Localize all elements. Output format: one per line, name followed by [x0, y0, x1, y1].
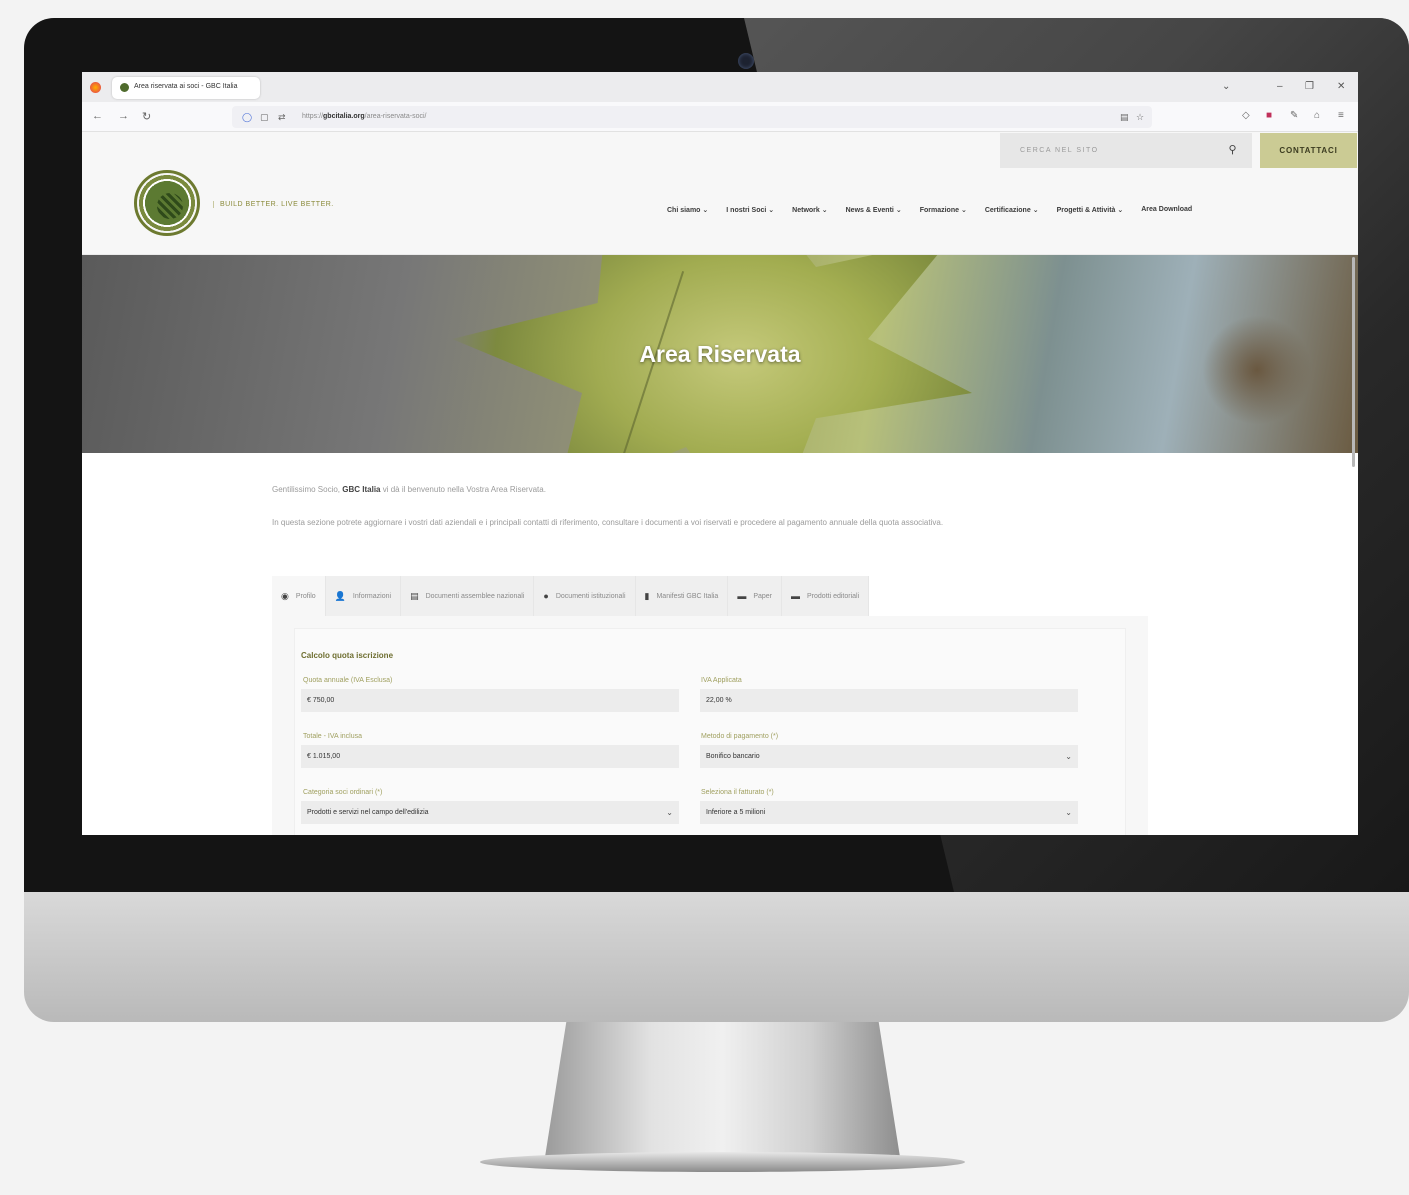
gbc-italia-logo[interactable]: [134, 170, 200, 236]
user-icon: 👤: [334, 590, 346, 601]
tab-panel: Calcolo quota iscrizione Quota annuale (…: [272, 616, 1148, 835]
forward-icon[interactable]: →: [118, 110, 129, 122]
extension-icon[interactable]: ■: [1266, 110, 1272, 121]
tab-paper[interactable]: ▬ Paper: [728, 576, 783, 616]
chevron-down-icon: ⌄: [1065, 752, 1072, 761]
nav-item-area-download[interactable]: Area Download: [1141, 206, 1192, 214]
eye-icon: ◉: [281, 590, 289, 601]
hero-banner: Area Riservata: [82, 255, 1358, 453]
site-header: CERCA NEL SITO ⚲ CONTATTACI BUILD BETTER…: [82, 132, 1358, 255]
metodo-label: Metodo di pagamento (*): [701, 733, 779, 740]
url-path: /area-riservata-soci/: [364, 113, 427, 120]
nav-item-soci[interactable]: I nostri Soci ⌄: [726, 206, 774, 214]
fee-form-card: Calcolo quota iscrizione Quota annuale (…: [294, 628, 1126, 835]
form-title: Calcolo quota iscrizione: [301, 651, 394, 660]
search-placeholder: CERCA NEL SITO: [1020, 147, 1099, 154]
tab-list-icon[interactable]: ⌄: [1222, 81, 1230, 92]
globe-icon: [157, 193, 183, 219]
book-icon: ▬: [791, 591, 801, 601]
url-domain: gbcitalia.org: [323, 113, 365, 120]
tab-profilo[interactable]: ◉ Profilo: [272, 576, 326, 616]
eyedropper-icon[interactable]: ✎: [1290, 110, 1298, 121]
tab-prodotti-editoriali[interactable]: ▬ Prodotti editoriali: [782, 576, 870, 616]
content-tabs: ◉ Profilo 👤 Informazioni ▤ Documenti assemb…: [272, 576, 870, 616]
quota-field[interactable]: € 750,00: [301, 689, 679, 712]
firefox-icon: [90, 82, 101, 93]
nav-item-network[interactable]: Network ⌄: [792, 206, 827, 214]
reader-view-icon[interactable]: ▤: [1120, 112, 1129, 123]
iva-field[interactable]: 22,00 %: [700, 689, 1078, 712]
nav-item-news-eventi[interactable]: News & Eventi ⌄: [846, 206, 902, 214]
screen: Area riservata ai soci - GBC Italia ⌄ – …: [82, 72, 1358, 835]
chevron-down-icon: ⌄: [1065, 808, 1072, 817]
member-category-select[interactable]: Prodotti e servizi nel campo dell'ediliz…: [301, 801, 679, 824]
file-icon: ▮: [644, 590, 650, 601]
globe-icon: ●: [543, 591, 549, 601]
tab-documenti-istituzionali[interactable]: ● Documenti istituzionali: [534, 576, 636, 616]
url-bar[interactable]: ◯ ▢ ⇄ https://gbcitalia.org/area-riserva…: [232, 106, 1152, 128]
shield-icon: ◯: [242, 112, 253, 122]
main-content: Gentilissimo Socio, GBC Italia vi dà il …: [82, 453, 1358, 835]
reload-icon[interactable]: ↻: [142, 110, 151, 123]
chevron-down-icon: ⌄: [666, 808, 673, 817]
menu-icon[interactable]: ≡: [1338, 110, 1344, 121]
tab-title: Area riservata ai soci - GBC Italia: [134, 83, 238, 90]
payment-method-select[interactable]: Bonifico bancario ⌄: [700, 745, 1078, 768]
nav-item-certificazione[interactable]: Certificazione ⌄: [985, 206, 1039, 214]
quota-label: Quota annuale (IVA Esclusa): [303, 677, 393, 684]
minimize-icon[interactable]: –: [1277, 81, 1283, 92]
tagline: BUILD BETTER. LIVE BETTER.: [213, 201, 334, 208]
intro-welcome: Gentilissimo Socio, GBC Italia vi dà il …: [272, 485, 546, 494]
monitor-stand: [545, 1022, 900, 1157]
revenue-select[interactable]: Inferiore a 5 milioni ⌄: [700, 801, 1078, 824]
nav-item-progetti[interactable]: Progetti & Attività ⌄: [1057, 206, 1124, 214]
gbc-favicon-icon: [120, 83, 129, 92]
member-category-value: Prodotti e servizi nel campo dell'ediliz…: [307, 809, 429, 816]
back-icon[interactable]: ←: [92, 110, 103, 122]
fatturato-label: Seleziona il fatturato (*): [701, 789, 774, 796]
share-icon[interactable]: ⌂: [1314, 110, 1320, 121]
pocket-icon[interactable]: ◇: [1242, 110, 1250, 121]
page-scrollbar[interactable]: [1352, 257, 1355, 467]
page-title: Area Riservata: [639, 341, 801, 367]
nav-item-chi-siamo[interactable]: Chi siamo ⌄: [667, 206, 708, 214]
permissions-icon: ⇄: [278, 112, 286, 122]
paper-icon: ▬: [737, 591, 747, 601]
totale-label: Totale - IVA inclusa: [303, 733, 363, 740]
payment-method-value: Bonifico bancario: [706, 753, 760, 760]
tab-manifesti[interactable]: ▮ Manifesti GBC Italia: [636, 576, 729, 616]
bookmark-star-icon[interactable]: ☆: [1136, 112, 1144, 123]
search-input[interactable]: CERCA NEL SITO ⚲: [1000, 133, 1252, 168]
close-icon[interactable]: ✕: [1337, 81, 1345, 92]
document-icon: ▤: [410, 590, 419, 601]
revenue-value: Inferiore a 5 milioni: [706, 809, 766, 816]
tab-informazioni[interactable]: 👤 Informazioni: [326, 576, 402, 616]
tab-documenti-assemblee[interactable]: ▤ Documenti assemblee nazionali: [401, 576, 535, 616]
totale-field[interactable]: € 1.015,00: [301, 745, 679, 768]
monitor-stand-base: [480, 1152, 965, 1172]
iva-label: IVA Applicata: [701, 677, 742, 684]
search-icon[interactable]: ⚲: [1228, 143, 1238, 156]
main-nav: Chi siamo ⌄ I nostri Soci ⌄ Network ⌄ Ne…: [667, 206, 1192, 214]
url-prefix: https://: [302, 113, 324, 120]
browser-tab-bar: Area riservata ai soci - GBC Italia ⌄ – …: [82, 72, 1358, 102]
nav-item-formazione[interactable]: Formazione ⌄: [920, 206, 967, 214]
camera-icon: [738, 53, 754, 69]
restore-icon[interactable]: ❐: [1305, 81, 1314, 92]
lock-icon: ▢: [260, 112, 269, 122]
intro-description: In questa sezione potrete aggiornare i v…: [272, 518, 944, 527]
contact-button[interactable]: CONTATTACI: [1260, 133, 1357, 168]
hero-bokeh: [1202, 315, 1312, 425]
monitor-chin: [24, 892, 1409, 1022]
categoria-label: Categoria soci ordinari (*): [303, 789, 383, 796]
browser-tab[interactable]: Area riservata ai soci - GBC Italia: [112, 77, 260, 99]
browser-nav-bar: ← → ↻ ◯ ▢ ⇄ https://gbcitalia.org/area-r…: [82, 102, 1358, 132]
